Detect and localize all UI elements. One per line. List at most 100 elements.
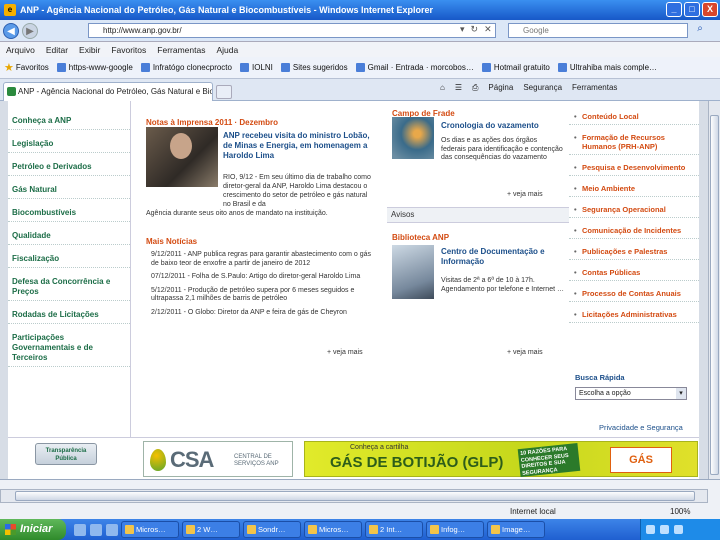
- right-nav-comunicacao[interactable]: Comunicação de Incidentes: [569, 223, 699, 239]
- nav-item-biocombustiveis[interactable]: Biocombustíveis: [8, 205, 130, 222]
- nav-item-defesa[interactable]: Defesa da Concorrência e Preços: [8, 274, 130, 301]
- forward-icon[interactable]: ▶: [22, 22, 38, 39]
- command-ferramentas[interactable]: Ferramentas: [572, 83, 617, 93]
- menu-ferramentas[interactable]: Ferramentas: [157, 45, 205, 55]
- favorite-link[interactable]: Hotmail gratuito: [481, 63, 550, 72]
- url-input[interactable]: http://www.anp.gov.br/: [88, 23, 496, 38]
- address-bar: ◀ ▶ http://www.anp.gov.br/ ▾ ↻ ✕ Google …: [0, 20, 720, 42]
- nav-item-legislacao[interactable]: Legislação: [8, 136, 130, 153]
- gas-botijao-banner[interactable]: Conheça a cartilha GÁS DE BOTIJÃO (GLP) …: [304, 441, 698, 479]
- nav-item-fiscalizacao[interactable]: Fiscalização: [8, 251, 130, 268]
- favorite-link[interactable]: IOLNI: [239, 63, 273, 72]
- menu-ajuda[interactable]: Ajuda: [216, 45, 238, 55]
- taskbar-button[interactable]: Infog…: [426, 521, 484, 538]
- right-nav-licitacoes[interactable]: Licitações Administrativas: [569, 307, 699, 323]
- gas-banner-small: Conheça a cartilha: [350, 444, 409, 451]
- busca-rapida-select[interactable]: Escolha a opção ▾: [575, 387, 687, 400]
- avisos-header[interactable]: Avisos: [387, 207, 569, 223]
- gas-banner-title: GÁS DE BOTIJÃO (GLP): [330, 454, 504, 471]
- feeds-icon[interactable]: ☰: [455, 83, 462, 93]
- nav-item-petroleo[interactable]: Petróleo e Derivados: [8, 159, 130, 176]
- outlook-quicklaunch-icon[interactable]: [90, 523, 102, 536]
- right-nav-seguranca[interactable]: Segurança Operacional: [569, 202, 699, 218]
- biblioteca-title: Biblioteca ANP: [392, 233, 450, 242]
- close-button[interactable]: X: [702, 2, 718, 17]
- taskbar-button[interactable]: Sondr…: [243, 521, 301, 538]
- biblioteca-body: Visitas de 2ª a 6ª de 10 à 17h. Agendame…: [441, 277, 564, 293]
- taskbar-button[interactable]: Micros…: [304, 521, 362, 538]
- campo-frade-more-link[interactable]: + veja mais: [507, 191, 543, 198]
- biblioteca-more-link[interactable]: + veja mais: [507, 349, 543, 356]
- tray-icon[interactable]: [674, 525, 683, 534]
- transparencia-button[interactable]: Transparência Pública: [35, 443, 97, 465]
- taskbar-button[interactable]: Image…: [487, 521, 545, 538]
- news-headline[interactable]: ANP recebeu visita do ministro Lobão, de…: [223, 131, 373, 161]
- news-list-item[interactable]: 2/12/2011 - O Globo: Diretor da ANP e fe…: [151, 309, 371, 318]
- csa-banner[interactable]: CSA CENTRAL DE SERVIÇOS ANP: [143, 441, 293, 477]
- right-nav-contas[interactable]: Contas Públicas: [569, 265, 699, 281]
- nav-item-qualidade[interactable]: Qualidade: [8, 228, 130, 245]
- news-photo: [146, 127, 218, 187]
- zone-label: Internet local: [510, 507, 556, 516]
- new-tab-button[interactable]: [216, 85, 232, 99]
- menu-favoritos[interactable]: Favoritos: [111, 45, 146, 55]
- home-icon[interactable]: ⌂: [440, 83, 445, 93]
- favorite-link[interactable]: https-www-google: [56, 63, 133, 72]
- star-icon[interactable]: ★: [4, 61, 14, 74]
- stop-icon[interactable]: ✕: [484, 24, 492, 35]
- tab-anp[interactable]: ANP - Agência Nacional do Petróleo, Gás …: [3, 82, 213, 101]
- news-list-item[interactable]: 9/12/2011 - ANP publica regras para gara…: [151, 251, 371, 268]
- right-nav-formacao[interactable]: Formação de Recursos Humanos (PRH-ANP): [569, 130, 699, 155]
- taskbar-button[interactable]: 2 Int…: [365, 521, 423, 538]
- right-nav-publicacoes[interactable]: Publicações e Palestras: [569, 244, 699, 260]
- favorite-link[interactable]: Gmail · Entrada · morcobos…: [355, 63, 474, 72]
- menu-arquivo[interactable]: Arquivo: [6, 45, 35, 55]
- minimize-button[interactable]: _: [666, 2, 682, 17]
- command-seguranca[interactable]: Segurança: [523, 83, 562, 93]
- taskbar-button[interactable]: Micros…: [121, 521, 179, 538]
- right-nav-meio-ambiente[interactable]: Meio Ambiente: [569, 181, 699, 197]
- tray-icon[interactable]: [660, 525, 669, 534]
- scroll-thumb[interactable]: [710, 115, 719, 475]
- chevron-down-icon[interactable]: ▾: [676, 388, 686, 399]
- dropdown-arrow-icon[interactable]: ▾: [460, 24, 465, 35]
- desktop-quicklaunch-icon[interactable]: [106, 523, 118, 536]
- favorite-link[interactable]: Infratógo clonecprocto: [140, 63, 232, 72]
- campo-frade-subtitle[interactable]: Cronologia do vazamento: [441, 121, 539, 130]
- favorites-button[interactable]: Favoritos: [16, 63, 49, 72]
- biblioteca-subtitle[interactable]: Centro de Documentação e Informação: [441, 247, 565, 267]
- search-icon[interactable]: ⌕: [692, 23, 708, 38]
- nav-item-conheca[interactable]: Conheça a ANP: [8, 113, 130, 130]
- right-nav-conteudo[interactable]: Conteúdo Local: [569, 109, 699, 125]
- left-nav: Conheça a ANP Legislação Petróleo e Deri…: [8, 101, 131, 437]
- vertical-scrollbar[interactable]: [708, 101, 720, 501]
- news-more-link[interactable]: + veja mais: [327, 349, 363, 356]
- favorite-link[interactable]: Ultrahiba mais comple…: [557, 63, 657, 72]
- print-icon[interactable]: ⎙: [472, 83, 478, 93]
- taskbar-button[interactable]: 2 W…: [182, 521, 240, 538]
- right-nav-pesquisa[interactable]: Pesquisa e Desenvolvimento: [569, 160, 699, 176]
- tray-icon[interactable]: [646, 525, 655, 534]
- command-pagina[interactable]: Página: [488, 83, 513, 93]
- nav-item-participacoes[interactable]: Participações Governamentais e de Tercei…: [8, 330, 130, 367]
- news-list-item[interactable]: 07/12/2011 - Folha de S.Paulo: Artigo do…: [151, 273, 371, 282]
- zoom-level[interactable]: 100%: [670, 507, 690, 516]
- horizontal-scrollbar[interactable]: [0, 489, 708, 503]
- scroll-thumb[interactable]: [15, 491, 695, 501]
- privacy-link[interactable]: Privacidade e Segurança: [599, 423, 683, 432]
- menu-editar[interactable]: Editar: [46, 45, 68, 55]
- favorite-link[interactable]: Sites sugeridos: [280, 63, 348, 72]
- url-actions: ▾ ↻ ✕: [460, 24, 492, 35]
- ie-quicklaunch-icon[interactable]: [74, 523, 86, 536]
- start-button[interactable]: Iniciar: [0, 519, 66, 540]
- maximize-button[interactable]: □: [684, 2, 700, 17]
- right-nav-processo[interactable]: Processo de Contas Anuais: [569, 286, 699, 302]
- nav-item-gas[interactable]: Gás Natural: [8, 182, 130, 199]
- news-list-item[interactable]: 5/12/2011 - Produção de petróleo supera …: [151, 287, 371, 304]
- campo-frade-body: Os dias e as ações dos órgãos federais p…: [441, 137, 563, 161]
- back-icon[interactable]: ◀: [3, 22, 19, 39]
- nav-item-rodadas[interactable]: Rodadas de Licitações: [8, 307, 130, 324]
- menu-exibir[interactable]: Exibir: [79, 45, 100, 55]
- search-input[interactable]: Google: [508, 23, 688, 38]
- refresh-icon[interactable]: ↻: [471, 24, 479, 35]
